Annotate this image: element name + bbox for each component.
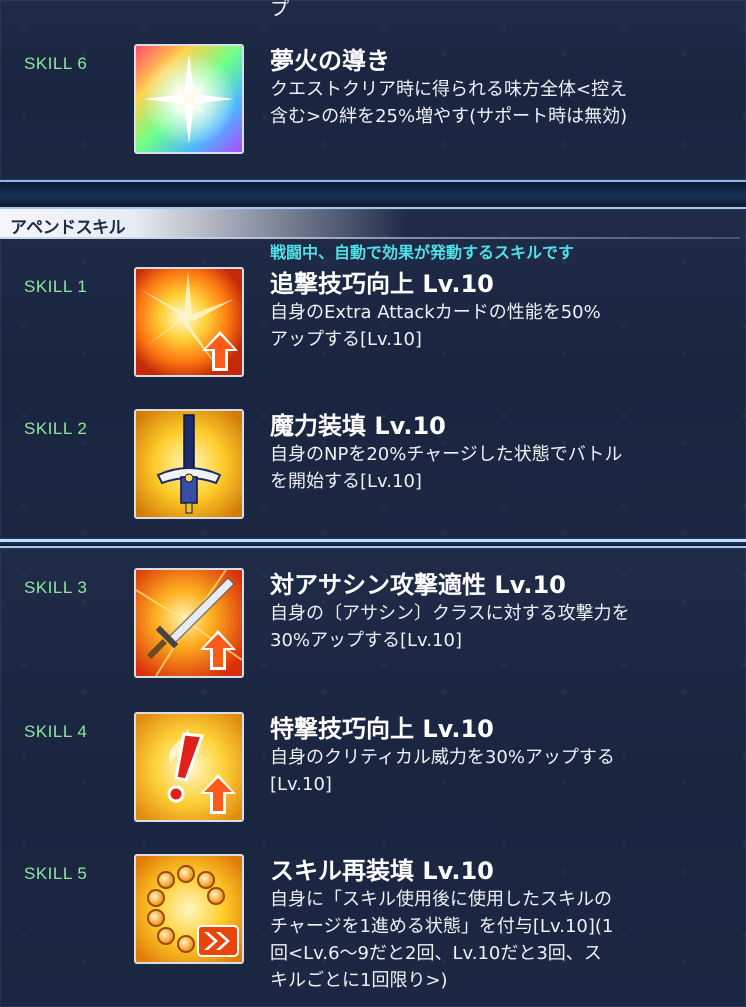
skill-label: SKILL 6 xyxy=(24,54,88,73)
skill-name: 追撃技巧向上 Lv.10 xyxy=(270,270,494,298)
cut-off-text: プ xyxy=(270,0,290,20)
skill-label: SKILL 5 xyxy=(24,864,88,883)
extra-attack-up-icon[interactable] xyxy=(134,267,244,377)
skill-name: 対アサシン攻撃適性 Lv.10 xyxy=(270,571,566,599)
skill-description: 自身に「スキル使用後に使用したスキルの チャージを1進める状態」を付与[Lv.1… xyxy=(270,889,614,991)
panel-gap-1 xyxy=(0,182,746,207)
skill-name: 夢火の導き xyxy=(270,47,390,75)
append-skill-header: アペンドスキル xyxy=(0,209,740,239)
skill-description: 自身のExtra Attackカードの性能を50% アップする[Lv.10] xyxy=(270,302,601,350)
rainbow-starburst-icon[interactable] xyxy=(134,44,244,154)
append-skill-title: アペンドスキル xyxy=(10,218,126,238)
skill-name: 特撃技巧向上 Lv.10 xyxy=(270,715,494,743)
skill-description: 自身のNPを20%チャージした状態でバトル を開始する[Lv.10] xyxy=(270,444,623,492)
skill-reload-icon[interactable] xyxy=(134,854,244,964)
sword-charge-icon[interactable] xyxy=(134,409,244,519)
append-skill-description: 戦闘中、自動で効果が発動するスキルです xyxy=(270,243,575,262)
skill-name: スキル再装填 Lv.10 xyxy=(270,857,494,885)
skill-label: SKILL 1 xyxy=(24,277,88,296)
skill-description: 自身のクリティカル威力を30%アップする [Lv.10] xyxy=(270,747,615,795)
skill-description: 自身の〔アサシン〕クラスに対する攻撃力を 30%アップする[Lv.10] xyxy=(270,603,630,651)
skill-panel-bottom: SKILL 3 対アサシン攻撃適性 Lv.10 自身の〔アサシン〕クラスに対する… xyxy=(0,546,746,1007)
skill-panel-top: プ SKILL 6 夢火の導き クエストクリア時に得られる味方全体<控え 含む>… xyxy=(0,0,746,182)
skill-name: 魔力装填 Lv.10 xyxy=(270,412,446,440)
critical-up-icon[interactable] xyxy=(134,712,244,822)
append-skill-panel: アペンドスキル 戦闘中、自動で効果が発動するスキルです SKILL 1 追撃技巧… xyxy=(0,207,746,542)
skill-description: クエストクリア時に得られる味方全体<控え 含む>の絆を25%増やす(サポート時は… xyxy=(270,79,628,127)
skill-label: SKILL 2 xyxy=(24,419,88,438)
sword-attack-up-icon[interactable] xyxy=(134,568,244,678)
skill-label: SKILL 3 xyxy=(24,578,88,597)
skill-label: SKILL 4 xyxy=(24,722,88,741)
